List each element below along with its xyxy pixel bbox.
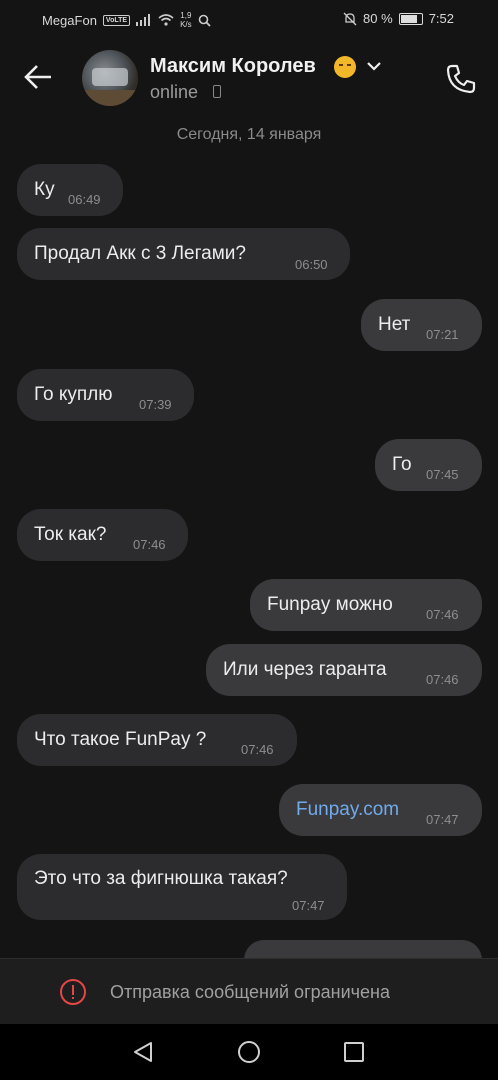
nav-back-icon[interactable] [132,1041,154,1063]
battery-percent: 80 % [363,11,393,26]
clock: 7:52 [428,11,454,26]
status-bar: MegaFon VoLTE 1,9 K/s 80 % 7:52 [0,0,498,36]
wifi-icon [158,14,174,26]
carrier-name: MegaFon [42,12,97,28]
message-bubble-in[interactable]: Го куплю 07:39 [17,369,194,421]
message-time: 07:46 [241,742,274,757]
message-time: 06:49 [68,192,101,207]
message-time: 07:47 [426,812,459,827]
mute-bell-icon [343,12,357,25]
message-time: 07:45 [426,467,459,482]
message-text: Ток как? [34,524,107,545]
message-bubble-in[interactable]: Это что за фигнюшка такая? 07:47 [17,854,347,920]
message-bubble-in[interactable]: Ку 06:49 [17,164,123,216]
restriction-panel: Отправка сообщений ограничена [0,958,498,1025]
message-text: Нет [378,314,411,335]
message-text: Продал Акк с 3 Легами? [34,243,246,264]
message-time: 07:46 [426,607,459,622]
message-bubble-in[interactable]: Ток как? 07:46 [17,509,188,561]
message-bubble-in[interactable]: Продал Акк с 3 Легами? 06:50 [17,228,350,280]
network-speed: 1,9 K/s [180,11,192,29]
mobile-device-icon [213,85,221,98]
volte-badge: VoLTE [102,14,131,26]
search-icon [198,14,211,27]
message-text: Funpay можно [267,594,393,615]
message-bubble-out[interactable]: Го 07:45 [375,439,482,491]
battery-icon [398,12,423,25]
message-time: 06:50 [295,257,328,272]
message-text: Го [392,454,412,475]
message-time: 07:46 [133,537,166,552]
speed-unit: K/s [180,20,192,29]
message-bubble-out[interactable]: Funpay.com 07:47 [279,784,482,836]
nav-home-icon[interactable] [238,1041,260,1063]
message-time: 07:46 [426,672,459,687]
message-bubble-out[interactable]: Или через гаранта 07:46 [206,644,482,696]
warning-icon [60,979,86,1005]
sleepy-face-emoji-icon [334,56,356,78]
restriction-text: Отправка сообщений ограничена [110,982,390,1002]
signal-icon [136,14,151,26]
message-text: Или через гаранта [223,659,387,680]
message-bubble-out[interactable]: Нет 07:21 [361,299,482,351]
message-text: Что такое FunPay ? [34,729,207,750]
contact-status: online [150,82,199,102]
message-time: 07:21 [426,327,459,342]
date-separator: Сегодня, 14 января [176,126,322,143]
avatar[interactable] [82,50,138,106]
message-link[interactable]: Funpay.com [296,799,399,821]
chevron-down-icon[interactable] [366,58,382,74]
nav-recents-icon[interactable] [344,1042,364,1062]
message-text: Ку [34,179,55,200]
system-nav-bar [0,1024,498,1080]
phone-call-icon[interactable] [444,62,478,96]
speed-value: 1,9 [180,11,192,20]
chat-header: Максим Королев online [0,36,498,118]
message-bubble-out[interactable]: Funpay можно 07:46 [250,579,482,631]
message-time: 07:47 [292,898,325,913]
message-text: Это что за фигнюшка такая? [34,868,288,889]
message-time: 07:39 [139,397,172,412]
message-text: Го куплю [34,384,113,405]
back-arrow-icon[interactable] [22,60,56,94]
message-bubble-in[interactable]: Что такое FunPay ? 07:46 [17,714,297,766]
contact-name[interactable]: Максим Королев [150,55,316,78]
